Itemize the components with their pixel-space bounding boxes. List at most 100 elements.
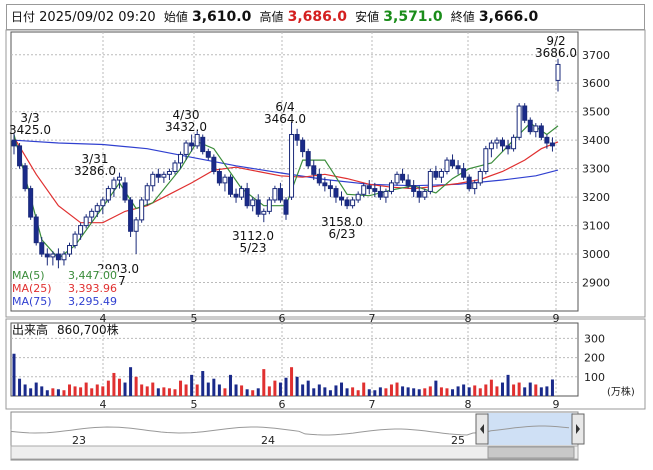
candle-body-down	[277, 188, 283, 201]
candle-body-down	[311, 165, 317, 175]
volume-bar	[273, 380, 277, 396]
volume-bar	[373, 390, 377, 396]
annotation-value: 3425.0	[9, 123, 51, 137]
volume-bar	[51, 388, 55, 396]
ma-legend-value: 3,393.96	[68, 282, 117, 295]
volume-bar	[384, 388, 388, 396]
ma-legend-name: MA(5)	[12, 269, 45, 282]
volume-bar	[234, 384, 238, 396]
volume-bar	[18, 378, 22, 396]
candle-body-down	[189, 142, 195, 147]
candle-body-up	[78, 225, 84, 235]
price-tick-label: 2900	[582, 277, 610, 290]
candle	[72, 231, 78, 249]
volume-bar	[478, 388, 482, 396]
candle-body-down	[327, 185, 333, 190]
candle	[483, 145, 489, 175]
volume-bar	[201, 371, 205, 396]
month-tick-label: 8	[465, 312, 472, 325]
candle-body-up	[105, 188, 111, 201]
candle-body-up	[261, 210, 267, 215]
annotation-value: 3464.0	[264, 112, 306, 126]
volume-bar	[367, 389, 371, 396]
candle-body-down	[155, 173, 161, 178]
candle-body-down	[294, 133, 300, 141]
candle	[33, 214, 39, 246]
candle-body-down	[55, 253, 61, 261]
volume-bar	[12, 353, 16, 396]
candle	[511, 134, 517, 152]
candle	[17, 143, 23, 169]
navigator-left-handle[interactable]	[475, 413, 489, 445]
candle-body-down	[200, 136, 206, 153]
candle-body-up	[388, 182, 394, 192]
volume-bar	[101, 386, 105, 396]
candle-body-up	[194, 133, 200, 147]
annotation-value: 3686.0	[535, 46, 577, 60]
candle-body-down	[255, 199, 261, 215]
candle-body-up	[272, 188, 278, 201]
volume-bar	[439, 387, 443, 396]
candle	[305, 148, 311, 169]
candle-body-up	[488, 142, 494, 150]
volume-bar	[140, 384, 144, 396]
volume-bar	[162, 387, 166, 396]
volume-bar	[489, 379, 493, 396]
candle-body-up	[516, 105, 522, 138]
candle-body-down	[366, 185, 372, 190]
volume-bar	[256, 388, 260, 396]
price-tick-label: 3600	[582, 77, 610, 90]
candle-body-up	[427, 171, 433, 192]
candle-body-up	[350, 199, 356, 207]
candle	[527, 117, 533, 135]
volume-bar	[112, 372, 116, 396]
volume-month-label: 9	[553, 398, 560, 411]
month-tick-label: 7	[369, 312, 376, 325]
volume-bar	[456, 386, 460, 396]
volume-bar	[29, 388, 33, 396]
candle-body-down	[499, 139, 505, 147]
candle	[516, 103, 522, 141]
volume-bar	[428, 386, 432, 396]
candle-body-up	[222, 176, 228, 184]
volume-month-label: 6	[279, 398, 286, 411]
candle-body-down	[450, 159, 456, 167]
candle	[477, 168, 483, 186]
volume-bar	[406, 387, 410, 396]
volume-bar	[40, 386, 44, 396]
volume-bar	[73, 386, 77, 396]
price-tick-label: 3400	[582, 134, 610, 147]
candle	[272, 185, 278, 203]
candle-body-up	[483, 148, 489, 172]
volume-bar	[539, 387, 543, 396]
volume-bar	[278, 382, 282, 396]
volume-bar	[106, 380, 110, 396]
volume-bar	[378, 387, 382, 396]
annotation-date: 5/23	[240, 241, 267, 255]
candle	[538, 123, 544, 141]
low-annotation-fragment: 7	[118, 274, 126, 288]
volume-bar	[351, 387, 355, 396]
volume-bar	[206, 382, 210, 396]
volume-bar	[62, 390, 66, 396]
candle-body-up	[139, 199, 145, 221]
candle-body-up	[355, 193, 361, 201]
candle-body-down	[227, 176, 233, 195]
volume-bar	[401, 386, 405, 396]
volume-bar	[23, 384, 27, 396]
navigator-scrollbar-thumb[interactable]	[487, 446, 575, 459]
navigator-right-handle[interactable]	[571, 413, 585, 445]
volume-bar	[173, 389, 177, 396]
candle-body-down	[22, 165, 28, 190]
volume-bar	[134, 376, 138, 396]
volume-bar	[184, 384, 188, 396]
candle-body-down	[416, 190, 422, 198]
navigator-selection	[487, 413, 573, 445]
candle	[216, 168, 222, 186]
candle-body-up	[166, 171, 172, 175]
candle-body-down	[11, 139, 17, 147]
volume-bar	[90, 388, 94, 396]
chart-window: 日付 2025/09/02 09:20 始値 3,610.0 高値 3,686.…	[0, 0, 653, 470]
candle	[22, 162, 28, 192]
ma-legend-value: 3,447.00	[68, 269, 117, 282]
